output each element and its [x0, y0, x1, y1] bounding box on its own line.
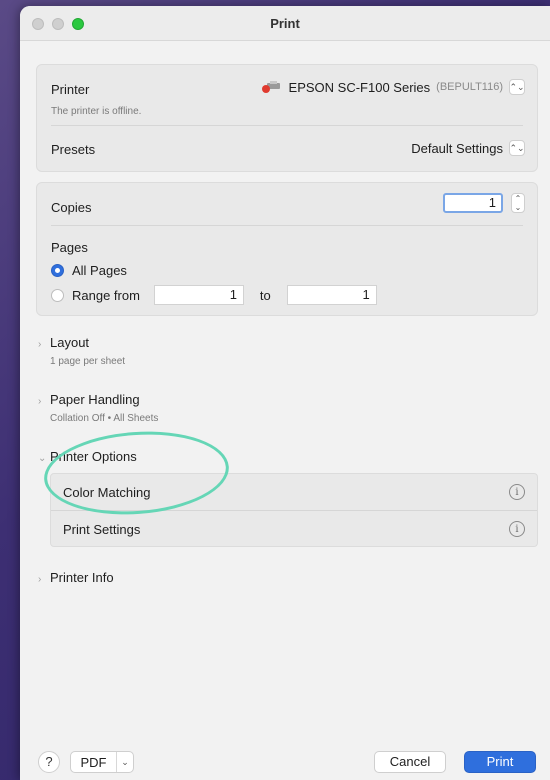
- range-to-input[interactable]: 1: [286, 285, 377, 305]
- printer-status: The printer is offline.: [51, 106, 142, 117]
- printer-options-panel: Color Matching i Print Settings i: [50, 473, 538, 547]
- chevron-up-down-icon: ⌃⌄: [509, 140, 525, 156]
- printer-label: Printer: [51, 82, 90, 97]
- chevron-right-icon: ›: [38, 574, 42, 585]
- presets-label: Presets: [51, 142, 96, 157]
- printer-name: EPSON SC-F100 Series: [288, 79, 431, 95]
- chevron-up-down-icon: ⌃⌄: [509, 79, 525, 95]
- printer-info-section[interactable]: › Printer Info: [38, 569, 114, 587]
- cancel-button[interactable]: Cancel: [374, 751, 446, 773]
- presets-value: Default Settings: [411, 140, 503, 156]
- divider: [51, 225, 523, 226]
- pages-label: Pages: [51, 240, 88, 255]
- chevron-right-icon: ›: [38, 396, 42, 407]
- all-pages-radio[interactable]: [51, 264, 64, 277]
- copies-pages-panel: Copies 1 ⌃ ⌄ Pages All Pages Range from 1…: [36, 182, 538, 316]
- print-button[interactable]: Print: [464, 751, 536, 773]
- presets-select[interactable]: Default Settings ⌃⌄: [411, 140, 525, 156]
- range-from-input[interactable]: 1: [153, 285, 244, 305]
- printer-panel: Printer EPSON SC-F100 Series (BEPULT116)…: [36, 64, 538, 172]
- print-settings-label: Print Settings: [63, 521, 141, 537]
- copies-input[interactable]: 1: [443, 193, 503, 213]
- printer-options-title: Printer Options: [50, 449, 137, 464]
- chevron-down-icon: ⌄: [116, 752, 133, 772]
- help-button[interactable]: ?: [38, 751, 60, 773]
- paper-handling-subtitle: Collation Off • All Sheets: [50, 413, 159, 424]
- chevron-down-icon: ⌄: [38, 453, 47, 464]
- dialog-footer: ? PDF ⌄ Cancel Print: [20, 751, 550, 780]
- print-dialog: Print Printer EPSON SC-F100 Series (BEPU…: [20, 6, 550, 780]
- layout-section[interactable]: › Layout 1 page per sheet: [38, 334, 125, 367]
- layout-subtitle: 1 page per sheet: [50, 356, 126, 367]
- color-matching-row[interactable]: Color Matching i: [63, 474, 525, 510]
- printer-offline-icon: [261, 80, 283, 94]
- range-from-label: Range from: [72, 287, 140, 303]
- print-settings-row[interactable]: Print Settings i: [63, 511, 525, 547]
- divider: [51, 125, 523, 126]
- pdf-label: PDF: [80, 754, 107, 770]
- color-matching-label: Color Matching: [63, 484, 151, 500]
- info-icon[interactable]: i: [509, 484, 525, 500]
- paper-handling-section[interactable]: › Paper Handling Collation Off • All Shee…: [38, 391, 158, 424]
- printer-options-section[interactable]: ⌄ Printer Options: [38, 448, 137, 466]
- pdf-menu-button[interactable]: PDF ⌄: [70, 751, 134, 773]
- info-icon[interactable]: i: [509, 521, 525, 537]
- printer-info-title: Printer Info: [50, 570, 114, 585]
- all-pages-option[interactable]: All Pages: [51, 263, 523, 278]
- range-to-label: to: [259, 287, 271, 303]
- range-radio[interactable]: [51, 288, 64, 302]
- layout-title: Layout: [50, 335, 90, 350]
- all-pages-label: All Pages: [72, 263, 127, 278]
- printer-select[interactable]: EPSON SC-F100 Series (BEPULT116) ⌃⌄: [261, 79, 525, 95]
- title-bar: Print: [20, 6, 550, 41]
- printer-id: (BEPULT116): [436, 81, 503, 93]
- range-option[interactable]: Range from 1 to 1: [51, 285, 523, 305]
- paper-handling-title: Paper Handling: [50, 392, 140, 407]
- chevron-right-icon: ›: [38, 339, 42, 350]
- copies-label: Copies: [51, 200, 92, 215]
- window-title: Print: [270, 16, 300, 31]
- copies-stepper[interactable]: ⌃ ⌄: [511, 193, 525, 213]
